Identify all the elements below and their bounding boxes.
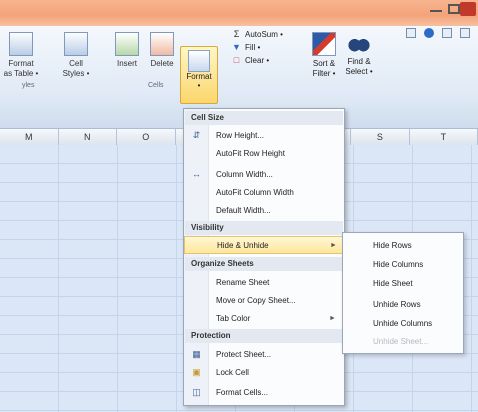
fill-label: Fill • xyxy=(245,43,261,52)
find-select-label: Find & Select • xyxy=(345,57,373,76)
submenu-item-hide-rows[interactable]: Hide Rows xyxy=(373,241,412,250)
insert-label: Insert xyxy=(116,59,137,68)
sort-filter-label: Sort & Filter • xyxy=(312,59,336,78)
submenu-arrow-icon: ► xyxy=(330,241,337,249)
insert-button[interactable]: Insert xyxy=(112,32,142,69)
menu-item-row-height[interactable]: ⇵ Row Height... xyxy=(184,126,344,144)
delete-button[interactable]: Delete xyxy=(146,32,178,69)
column-width-icon: ↔ xyxy=(192,168,201,179)
lock-cell-label: Lock Cell xyxy=(216,367,249,377)
fill-down-icon: ▼ xyxy=(232,42,241,52)
column-header[interactable]: O xyxy=(117,129,176,145)
row-height-icon: ⇵ xyxy=(192,129,201,140)
submenu-item-unhide-rows[interactable]: Unhide Rows xyxy=(373,300,421,309)
submenu-item-hide-columns[interactable]: Hide Columns xyxy=(373,260,423,269)
close-button[interactable] xyxy=(460,2,476,16)
column-header[interactable]: N xyxy=(59,129,118,145)
menu-item-lock-cell[interactable]: ▣ Lock Cell xyxy=(184,363,344,381)
cell-styles-label: Cell Styles • xyxy=(62,59,90,78)
cells-group-label: Cells xyxy=(148,82,164,89)
minimize-button[interactable] xyxy=(430,4,442,12)
submenu-arrow-icon: ► xyxy=(329,314,336,322)
tab-color-label: Tab Color xyxy=(216,313,251,323)
move-copy-sheet-label: Move or Copy Sheet... xyxy=(216,295,296,305)
protect-sheet-label: Protect Sheet... xyxy=(216,349,272,359)
cell-styles-button[interactable]: Cell Styles • xyxy=(58,32,94,79)
format-label: Format • xyxy=(186,72,212,90)
ribbon-close-icon[interactable] xyxy=(460,28,470,38)
menu-section-organize-sheets: Organize Sheets xyxy=(185,257,343,271)
format-icon xyxy=(188,50,210,72)
clear-button[interactable]: □ Clear • xyxy=(232,54,283,67)
maximize-button[interactable] xyxy=(448,4,460,14)
clear-label: Clear • xyxy=(245,56,270,65)
ribbon-window-controls xyxy=(406,28,470,38)
sigma-icon: Σ xyxy=(233,29,240,39)
insert-icon xyxy=(115,32,139,56)
delete-icon xyxy=(150,32,174,56)
help-icon[interactable] xyxy=(424,28,434,38)
autosum-button[interactable]: Σ AutoSum • xyxy=(232,28,283,41)
menu-item-tab-color[interactable]: Tab Color ► xyxy=(184,309,344,327)
menu-item-rename-sheet[interactable]: Rename Sheet xyxy=(184,273,344,291)
find-select-button[interactable]: Find & Select • xyxy=(342,32,376,77)
format-as-table-label: Format as Table • xyxy=(3,59,39,78)
autofit-column-width-label: AutoFit Column Width xyxy=(216,187,294,197)
menu-item-autofit-row-height[interactable]: AutoFit Row Height xyxy=(184,144,344,162)
menu-section-protection: Protection xyxy=(185,329,343,343)
menu-section-cell-size: Cell Size xyxy=(185,111,343,125)
title-bar xyxy=(0,0,478,26)
editing-group: Σ AutoSum • ▼ Fill • □ Clear • xyxy=(232,28,283,67)
autosum-label: AutoSum • xyxy=(245,30,283,39)
menu-item-move-copy-sheet[interactable]: Move or Copy Sheet... xyxy=(184,291,344,309)
ribbon-restore-icon[interactable] xyxy=(442,28,452,38)
menu-item-hide-unhide[interactable]: Hide & Unhide ► xyxy=(184,236,344,254)
format-button[interactable]: Format • xyxy=(180,46,218,104)
menu-item-column-width[interactable]: ↔ Column Width... xyxy=(184,165,344,183)
sort-filter-button[interactable]: Sort & Filter • xyxy=(308,32,340,79)
submenu-item-hide-sheet[interactable]: Hide Sheet xyxy=(373,279,413,288)
hide-unhide-submenu: Hide Rows Hide Columns Hide Sheet Unhide… xyxy=(342,232,464,354)
row-height-label: Row Height... xyxy=(216,130,265,140)
rename-sheet-label: Rename Sheet xyxy=(216,277,270,287)
column-header[interactable]: M xyxy=(0,129,59,145)
format-as-table-button[interactable]: Format as Table • xyxy=(4,32,38,79)
menu-item-autofit-column-width[interactable]: AutoFit Column Width xyxy=(184,183,344,201)
column-header[interactable]: S xyxy=(351,129,410,145)
format-cells-label: Format Cells... xyxy=(216,387,269,397)
submenu-item-unhide-sheet: Unhide Sheet... xyxy=(373,337,429,346)
submenu-item-unhide-columns[interactable]: Unhide Columns xyxy=(373,319,432,328)
binoculars-icon xyxy=(348,32,370,54)
ribbon-minimize-icon[interactable] xyxy=(406,28,416,38)
autofit-row-height-label: AutoFit Row Height xyxy=(216,148,285,158)
table-icon xyxy=(9,32,33,56)
format-cells-icon: ◫ xyxy=(192,386,201,397)
fill-button[interactable]: ▼ Fill • xyxy=(232,41,283,54)
default-width-label: Default Width... xyxy=(216,205,271,215)
menu-section-visibility: Visibility xyxy=(185,221,343,235)
protect-sheet-icon: ▦ xyxy=(192,348,201,359)
menu-item-protect-sheet[interactable]: ▦ Protect Sheet... xyxy=(184,345,344,363)
menu-item-default-width[interactable]: Default Width... xyxy=(184,201,344,219)
styles-group-label: yles xyxy=(22,82,35,89)
sort-filter-icon xyxy=(312,32,336,56)
column-header[interactable]: T xyxy=(410,129,478,145)
cell-styles-icon xyxy=(64,32,88,56)
delete-label: Delete xyxy=(150,59,174,68)
menu-item-format-cells[interactable]: ◫ Format Cells... xyxy=(184,383,344,401)
hide-unhide-label: Hide & Unhide xyxy=(217,240,269,250)
column-width-label: Column Width... xyxy=(216,169,273,179)
eraser-icon: □ xyxy=(233,55,240,65)
lock-icon: ▣ xyxy=(192,366,201,377)
format-dropdown-menu: Cell Size ⇵ Row Height... AutoFit Row He… xyxy=(183,108,345,406)
